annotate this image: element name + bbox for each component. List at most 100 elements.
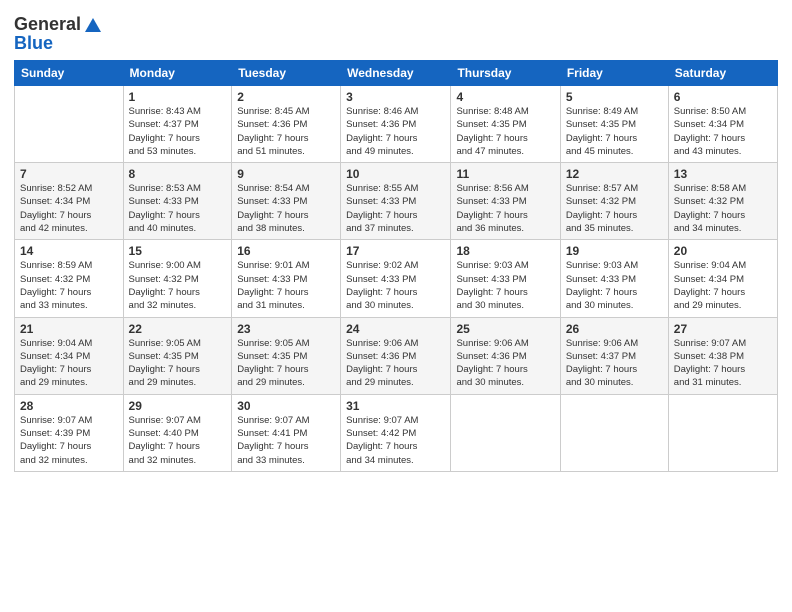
calendar-week-row: 14Sunrise: 8:59 AMSunset: 4:32 PMDayligh… [15,240,778,317]
day-info: Sunrise: 9:07 AM [129,414,227,427]
day-info: Sunrise: 9:07 AM [237,414,335,427]
logo-general: General [14,14,81,35]
day-info: Daylight: 7 hours [20,440,118,453]
day-info: and 31 minutes. [237,299,335,312]
day-info: Daylight: 7 hours [346,209,445,222]
day-info: and 45 minutes. [566,145,663,158]
day-info: Sunset: 4:33 PM [566,273,663,286]
calendar-cell: 30Sunrise: 9:07 AMSunset: 4:41 PMDayligh… [232,394,341,471]
calendar-cell: 29Sunrise: 9:07 AMSunset: 4:40 PMDayligh… [123,394,232,471]
calendar-cell [15,86,124,163]
day-info: and 30 minutes. [566,299,663,312]
day-info: Sunrise: 9:03 AM [566,259,663,272]
day-info: Sunset: 4:33 PM [346,273,445,286]
day-info: and 33 minutes. [237,454,335,467]
day-info: Daylight: 7 hours [456,363,554,376]
day-info: and 30 minutes. [566,376,663,389]
day-info: Sunrise: 9:06 AM [456,337,554,350]
calendar-cell: 4Sunrise: 8:48 AMSunset: 4:35 PMDaylight… [451,86,560,163]
day-info: Daylight: 7 hours [237,440,335,453]
day-info: Daylight: 7 hours [129,132,227,145]
day-info: Sunrise: 8:56 AM [456,182,554,195]
day-info: and 53 minutes. [129,145,227,158]
day-info: Sunset: 4:32 PM [20,273,118,286]
day-info: Daylight: 7 hours [129,209,227,222]
day-number: 2 [237,90,335,104]
day-info: and 29 minutes. [20,376,118,389]
day-info: Daylight: 7 hours [237,209,335,222]
calendar-cell: 6Sunrise: 8:50 AMSunset: 4:34 PMDaylight… [668,86,777,163]
day-number: 27 [674,322,772,336]
day-info: Sunrise: 8:45 AM [237,105,335,118]
day-info: Sunrise: 8:52 AM [20,182,118,195]
day-info: Daylight: 7 hours [129,286,227,299]
day-info: and 37 minutes. [346,222,445,235]
calendar-cell: 9Sunrise: 8:54 AMSunset: 4:33 PMDaylight… [232,163,341,240]
day-info: Daylight: 7 hours [456,132,554,145]
day-number: 10 [346,167,445,181]
day-number: 25 [456,322,554,336]
day-info: Sunrise: 9:07 AM [346,414,445,427]
day-info: and 33 minutes. [20,299,118,312]
day-number: 8 [129,167,227,181]
day-info: Daylight: 7 hours [346,440,445,453]
day-info: Sunrise: 9:06 AM [566,337,663,350]
calendar-cell: 15Sunrise: 9:00 AMSunset: 4:32 PMDayligh… [123,240,232,317]
day-info: Sunset: 4:35 PM [566,118,663,131]
day-info: Sunset: 4:34 PM [674,273,772,286]
day-info: and 49 minutes. [346,145,445,158]
day-number: 1 [129,90,227,104]
day-of-week-header: Thursday [451,61,560,86]
day-info: Daylight: 7 hours [129,363,227,376]
day-info: Daylight: 7 hours [129,440,227,453]
day-info: Sunrise: 8:58 AM [674,182,772,195]
day-info: Sunrise: 9:04 AM [20,337,118,350]
day-number: 13 [674,167,772,181]
day-number: 3 [346,90,445,104]
calendar-cell: 2Sunrise: 8:45 AMSunset: 4:36 PMDaylight… [232,86,341,163]
day-info: Sunset: 4:36 PM [237,118,335,131]
day-info: Sunset: 4:32 PM [674,195,772,208]
day-info: Sunset: 4:39 PM [20,427,118,440]
day-number: 9 [237,167,335,181]
calendar-cell: 10Sunrise: 8:55 AMSunset: 4:33 PMDayligh… [341,163,451,240]
day-of-week-header: Sunday [15,61,124,86]
day-info: Sunset: 4:33 PM [346,195,445,208]
calendar-cell: 25Sunrise: 9:06 AMSunset: 4:36 PMDayligh… [451,317,560,394]
day-info: Daylight: 7 hours [346,363,445,376]
day-info: Sunset: 4:42 PM [346,427,445,440]
day-info: Daylight: 7 hours [346,132,445,145]
day-info: and 36 minutes. [456,222,554,235]
day-info: and 47 minutes. [456,145,554,158]
day-info: Sunrise: 9:07 AM [674,337,772,350]
day-info: Sunset: 4:36 PM [456,350,554,363]
day-info: and 29 minutes. [129,376,227,389]
day-info: and 30 minutes. [456,376,554,389]
header: General Blue [14,10,778,54]
calendar-cell: 31Sunrise: 9:07 AMSunset: 4:42 PMDayligh… [341,394,451,471]
day-info: Sunrise: 8:57 AM [566,182,663,195]
calendar-cell: 3Sunrise: 8:46 AMSunset: 4:36 PMDaylight… [341,86,451,163]
day-info: Daylight: 7 hours [20,209,118,222]
day-info: Sunrise: 8:46 AM [346,105,445,118]
day-info: Sunrise: 9:05 AM [237,337,335,350]
day-info: Sunset: 4:33 PM [456,195,554,208]
day-info: Daylight: 7 hours [674,286,772,299]
day-info: Daylight: 7 hours [20,363,118,376]
calendar-cell: 5Sunrise: 8:49 AMSunset: 4:35 PMDaylight… [560,86,668,163]
calendar-cell: 23Sunrise: 9:05 AMSunset: 4:35 PMDayligh… [232,317,341,394]
day-info: and 40 minutes. [129,222,227,235]
calendar-cell [560,394,668,471]
day-of-week-header: Tuesday [232,61,341,86]
day-number: 23 [237,322,335,336]
logo-icon [83,14,103,34]
calendar-cell: 21Sunrise: 9:04 AMSunset: 4:34 PMDayligh… [15,317,124,394]
day-number: 21 [20,322,118,336]
calendar-cell: 20Sunrise: 9:04 AMSunset: 4:34 PMDayligh… [668,240,777,317]
calendar-week-row: 28Sunrise: 9:07 AMSunset: 4:39 PMDayligh… [15,394,778,471]
calendar-cell: 18Sunrise: 9:03 AMSunset: 4:33 PMDayligh… [451,240,560,317]
day-number: 24 [346,322,445,336]
day-info: Sunrise: 9:07 AM [20,414,118,427]
day-info: and 34 minutes. [674,222,772,235]
day-info: Sunset: 4:35 PM [237,350,335,363]
